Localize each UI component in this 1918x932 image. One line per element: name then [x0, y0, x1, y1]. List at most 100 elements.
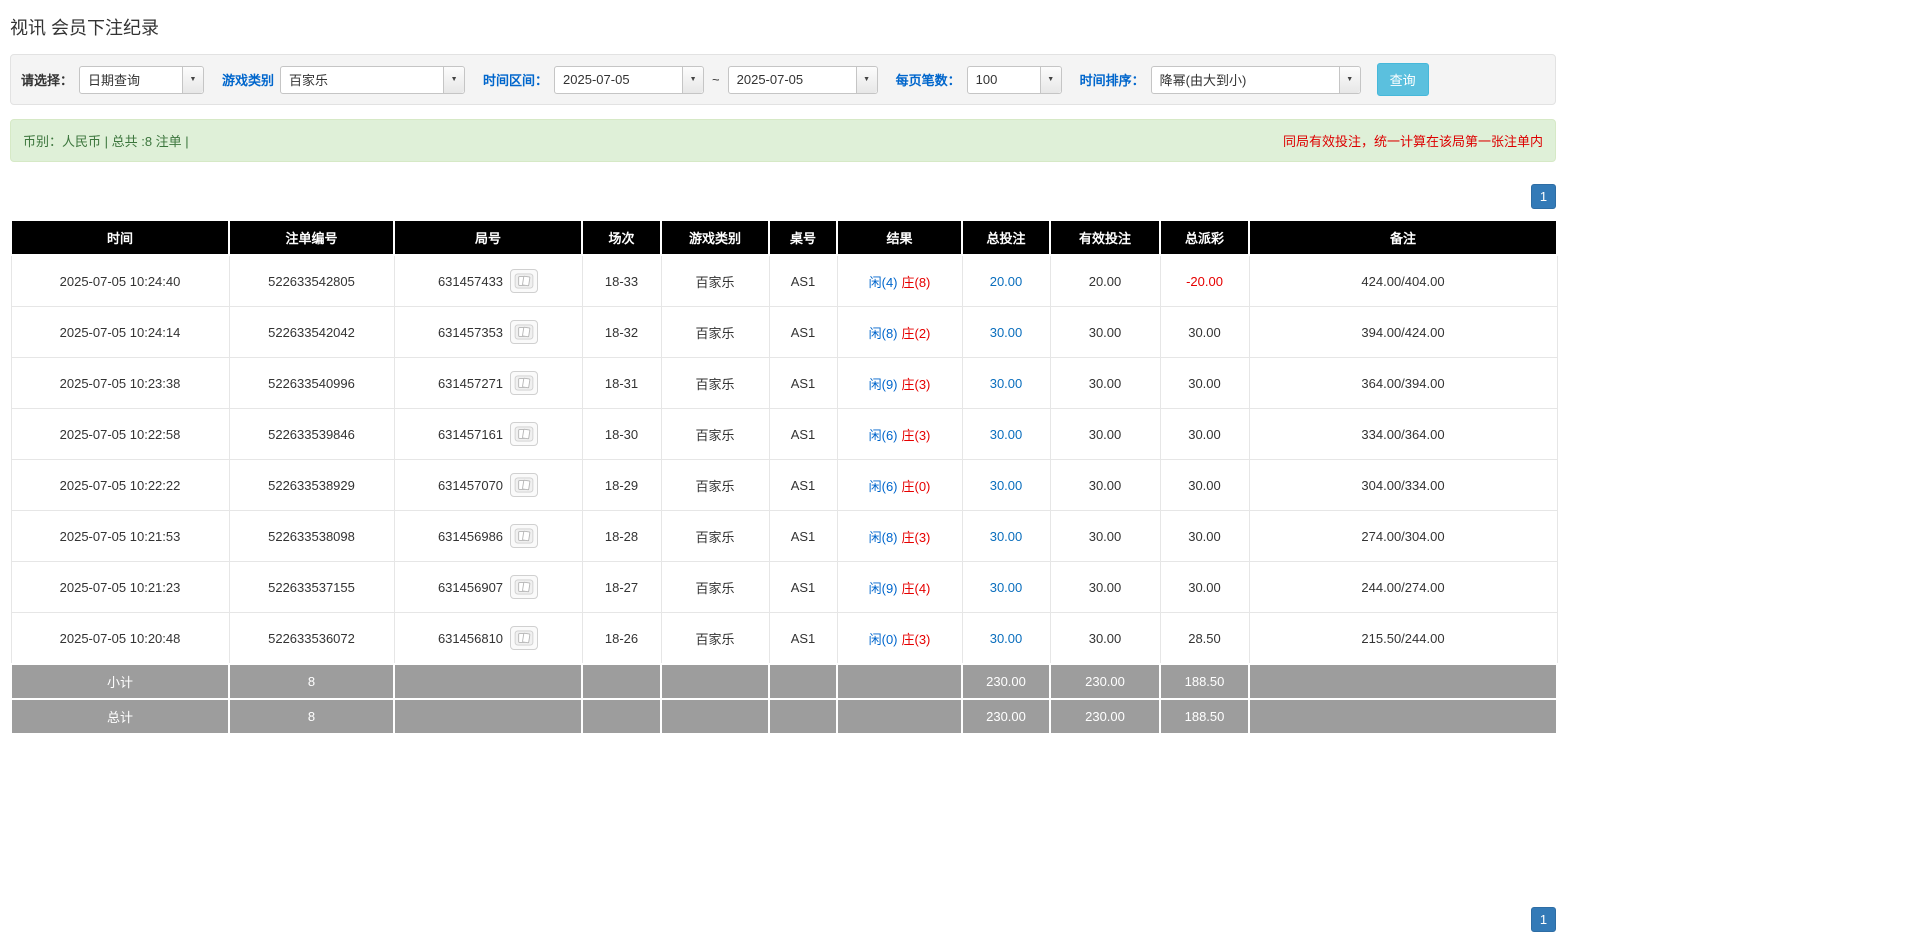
- time-sort-combobox[interactable]: 降幂(由大到小) ▼: [1150, 65, 1361, 94]
- date-to-picker[interactable]: 2025-07-05 ▼: [727, 65, 878, 94]
- round-id: 631457433: [437, 273, 504, 289]
- total-bet-link[interactable]: 20.00: [990, 274, 1023, 289]
- summary-bar: 币别：人民币 | 总共 :8 注单 | 同局有效投注，统一计算在该局第一张注单内: [10, 119, 1556, 162]
- video-record-icon[interactable]: [510, 626, 539, 650]
- search-button[interactable]: 查询: [1376, 63, 1429, 96]
- total-bet-cell: 30.00: [961, 561, 1051, 613]
- total-bet-cell: 30.00: [961, 408, 1051, 460]
- time-cell: 2025-07-05 10:23:38: [10, 357, 230, 409]
- bet-id-cell: 522633542042: [228, 306, 395, 358]
- time-cell: 2025-07-05 10:24:14: [10, 306, 230, 358]
- bet-id-cell: 522633540996: [228, 357, 395, 409]
- video-record-icon[interactable]: [510, 524, 539, 548]
- chevron-down-icon[interactable]: ▼: [1039, 66, 1061, 93]
- chevron-down-icon[interactable]: ▼: [182, 66, 204, 93]
- video-record-icon[interactable]: [510, 320, 539, 344]
- video-record-icon[interactable]: [510, 422, 539, 446]
- chevron-down-icon[interactable]: ▼: [855, 66, 877, 93]
- payout-cell: 30.00: [1159, 357, 1250, 409]
- result-banker: 庄(3): [901, 376, 931, 392]
- col-header-session: 场次: [581, 219, 662, 256]
- total-bet-link[interactable]: 30.00: [990, 529, 1023, 544]
- col-header-round: 局号: [393, 219, 583, 256]
- query-type-combobox[interactable]: 日期查询 ▼: [79, 65, 205, 94]
- total-bet-cell: 20.00: [961, 254, 1051, 307]
- round-cell: 631456986: [393, 510, 583, 562]
- time-cell: 2025-07-05 10:24:40: [10, 254, 230, 307]
- remark-cell: 244.00/274.00: [1248, 561, 1558, 613]
- game-type-cell: 百家乐: [660, 561, 770, 613]
- table-row: 2025-07-05 10:23:38 522633540996 6314572…: [10, 357, 1558, 409]
- video-record-icon[interactable]: [510, 371, 539, 395]
- col-header-remark: 备注: [1248, 219, 1558, 256]
- video-record-icon[interactable]: [510, 575, 539, 599]
- time-range-label: 时间区间：: [483, 73, 549, 88]
- result-player: 闲(9): [868, 376, 898, 392]
- game-type-combobox[interactable]: 百家乐 ▼: [280, 65, 466, 94]
- valid-bet-cell: 20.00: [1049, 254, 1161, 307]
- remark-cell: 215.50/244.00: [1248, 612, 1558, 665]
- total-bet-link[interactable]: 30.00: [990, 631, 1023, 646]
- bet-id-cell: 522633536072: [228, 612, 395, 665]
- page-1-button[interactable]: 1: [1531, 907, 1556, 932]
- remark-cell: 364.00/394.00: [1248, 357, 1558, 409]
- remark-cell: 424.00/404.00: [1248, 254, 1558, 307]
- empty-cell: [660, 663, 770, 700]
- total-bet-link[interactable]: 30.00: [990, 478, 1023, 493]
- col-header-bet-id: 注单编号: [228, 219, 395, 256]
- page-size-combobox[interactable]: 100 ▼: [966, 65, 1062, 94]
- result-player: 闲(9): [868, 580, 898, 596]
- result-cell: 闲(6) 庄(0): [836, 459, 963, 511]
- time-cell: 2025-07-05 10:22:58: [10, 408, 230, 460]
- total-count: 8: [228, 698, 395, 735]
- valid-bet-cell: 30.00: [1049, 357, 1161, 409]
- video-record-icon[interactable]: [510, 473, 539, 497]
- empty-cell: [768, 698, 838, 735]
- col-header-table-no: 桌号: [768, 219, 838, 256]
- table-no-cell: AS1: [768, 561, 838, 613]
- total-total-bet: 230.00: [961, 698, 1051, 735]
- table-no-cell: AS1: [768, 612, 838, 665]
- total-bet-link[interactable]: 30.00: [990, 427, 1023, 442]
- page-1-button[interactable]: 1: [1531, 184, 1556, 209]
- time-cell: 2025-07-05 10:21:53: [10, 510, 230, 562]
- session-cell: 18-30: [581, 408, 662, 460]
- total-valid-bet: 230.00: [1049, 698, 1161, 735]
- payout-cell: 30.00: [1159, 561, 1250, 613]
- session-cell: 18-26: [581, 612, 662, 665]
- valid-bet-cell: 30.00: [1049, 510, 1161, 562]
- remark-cell: 274.00/304.00: [1248, 510, 1558, 562]
- result-cell: 闲(8) 庄(3): [836, 510, 963, 562]
- table-row: 2025-07-05 10:21:23 522633537155 6314569…: [10, 561, 1558, 613]
- summary-currency-count: 币别：人民币 | 总共 :8 注单 |: [23, 134, 189, 149]
- chevron-down-icon[interactable]: ▼: [682, 66, 704, 93]
- payout-cell: 30.00: [1159, 306, 1250, 358]
- total-bet-link[interactable]: 30.00: [990, 325, 1023, 340]
- empty-cell: [660, 698, 770, 735]
- game-type-cell: 百家乐: [660, 408, 770, 460]
- col-header-payout: 总派彩: [1159, 219, 1250, 256]
- chevron-down-icon[interactable]: ▼: [1338, 66, 1360, 93]
- result-banker: 庄(8): [901, 274, 931, 290]
- chevron-down-icon[interactable]: ▼: [443, 66, 465, 93]
- empty-cell: [1248, 698, 1558, 735]
- game-type-cell: 百家乐: [660, 306, 770, 358]
- empty-cell: [768, 663, 838, 700]
- round-cell: 631457353: [393, 306, 583, 358]
- round-cell: 631456907: [393, 561, 583, 613]
- video-record-icon[interactable]: [510, 269, 539, 293]
- subtotal-label: 小计: [10, 663, 230, 700]
- pagination-top: 1: [10, 184, 1556, 209]
- date-from-picker[interactable]: 2025-07-05 ▼: [554, 65, 705, 94]
- total-bet-cell: 30.00: [961, 306, 1051, 358]
- table-footer: 小计 8 230.00 230.00 188.50 总计 8 230.00 23…: [10, 663, 1558, 735]
- payout-cell: 30.00: [1159, 459, 1250, 511]
- table-body: 2025-07-05 10:24:40 522633542805 6314574…: [10, 254, 1558, 665]
- total-bet-cell: 30.00: [961, 459, 1051, 511]
- total-bet-link[interactable]: 30.00: [990, 580, 1023, 595]
- total-bet-link[interactable]: 30.00: [990, 376, 1023, 391]
- table-no-cell: AS1: [768, 408, 838, 460]
- round-cell: 631457433: [393, 254, 583, 307]
- session-cell: 18-31: [581, 357, 662, 409]
- table-no-cell: AS1: [768, 306, 838, 358]
